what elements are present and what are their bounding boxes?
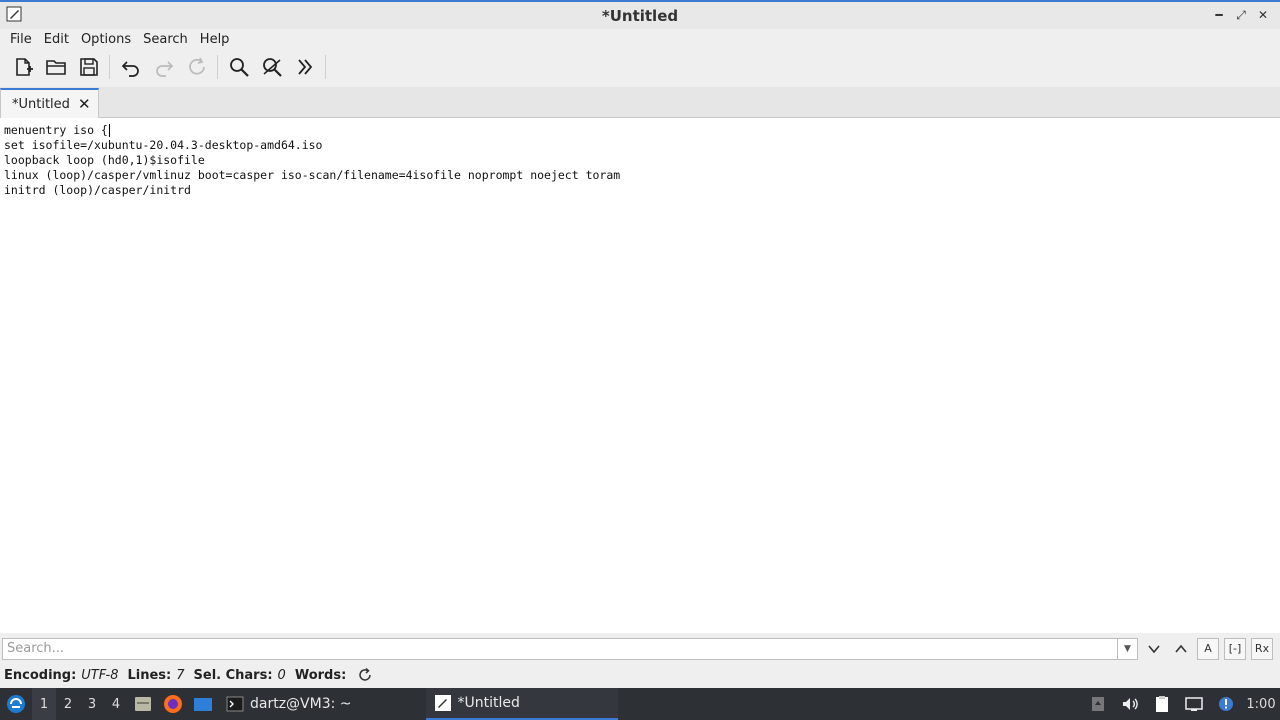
- undo-icon: [121, 61, 139, 77]
- tray-menu-button[interactable]: [1082, 688, 1114, 720]
- regex-toggle[interactable]: Rx: [1251, 637, 1273, 660]
- clipboard-button[interactable]: [1146, 688, 1178, 720]
- title-bar: *Untitled ━ ⤢ ✕: [0, 0, 1280, 29]
- arrow-up-icon: [1092, 697, 1104, 711]
- menu-edit[interactable]: Edit: [38, 32, 75, 47]
- tab-bar: *Untitled ✕: [0, 87, 1280, 118]
- search-history-dropdown[interactable]: ▼: [1118, 637, 1138, 660]
- clock[interactable]: 1:00: [1242, 697, 1280, 712]
- reload-icon: [188, 57, 205, 75]
- tab-close-icon[interactable]: ✕: [78, 95, 91, 113]
- new-document-icon: [15, 58, 33, 76]
- text-editor-icon: [434, 695, 451, 711]
- sel-chars-value: 0: [277, 667, 286, 683]
- redo-button[interactable]: [147, 51, 180, 83]
- status-bar: Encoding: UTF-8 Lines: 7 Sel. Chars: 0 W…: [0, 663, 1280, 687]
- firefox-launcher[interactable]: [158, 688, 188, 720]
- editor-line: initrd (loop)/casper/initrd: [4, 183, 191, 197]
- refresh-icon[interactable]: [357, 667, 373, 683]
- text-editor-area[interactable]: menuentry iso { set isofile=/xubuntu-20.…: [0, 118, 1280, 633]
- double-chevron-right-icon: [297, 59, 312, 75]
- workspace-4[interactable]: 4: [104, 688, 128, 720]
- menu-bar: File Edit Options Search Help: [0, 29, 1280, 49]
- text-editor-app-icon: [6, 6, 22, 22]
- find-replace-icon: [262, 58, 282, 77]
- find-button[interactable]: [222, 51, 255, 83]
- redo-icon: [155, 61, 173, 77]
- editor-line: loopback loop (hd0,1)$isofile: [4, 153, 205, 167]
- chevron-down-icon: [1148, 644, 1160, 653]
- editor-line: linux (loop)/casper/vmlinuz boot=casper …: [4, 168, 621, 182]
- file-manager-launcher[interactable]: [128, 688, 158, 720]
- info-icon: [1219, 697, 1233, 711]
- volume-icon: [1123, 698, 1138, 710]
- menu-file[interactable]: File: [4, 32, 38, 47]
- open-button[interactable]: [39, 51, 72, 83]
- go-to-line-button[interactable]: [288, 51, 321, 83]
- undo-button[interactable]: [114, 51, 147, 83]
- start-menu-button[interactable]: [0, 688, 32, 720]
- tab-label: *Untitled: [12, 96, 70, 112]
- words-label: Words:: [294, 667, 347, 683]
- toolbar-separator: [109, 55, 110, 79]
- tab-untitled[interactable]: *Untitled ✕: [0, 88, 99, 118]
- editor-line: set isofile=/xubuntu-20.04.3-desktop-amd…: [4, 138, 323, 152]
- volume-button[interactable]: [1114, 688, 1146, 720]
- lines-label: Lines:: [127, 667, 172, 683]
- system-tray: 1:00: [1082, 688, 1280, 720]
- chevron-up-icon: [1175, 644, 1187, 653]
- close-icon[interactable]: ✕: [1254, 6, 1272, 24]
- workspace-1[interactable]: 1: [32, 688, 56, 720]
- show-desktop-icon: [194, 698, 212, 711]
- search-input[interactable]: [2, 637, 1118, 660]
- encoding-label: Encoding:: [4, 667, 77, 683]
- find-previous-button[interactable]: [1170, 638, 1192, 660]
- terminal-icon: [226, 696, 244, 712]
- lines-value: 7: [176, 667, 185, 683]
- lubuntu-logo-icon: [7, 695, 25, 713]
- search-icon: [229, 58, 249, 77]
- toolbar-separator: [325, 55, 326, 79]
- maximize-icon[interactable]: ⤢: [1232, 6, 1250, 24]
- clipboard-icon: [1156, 696, 1168, 712]
- text-cursor: [108, 124, 110, 137]
- taskbar: 1 2 3 4 dartz@VM3: ~ *Untitled 1:00: [0, 688, 1280, 720]
- editor-window-label: *Untitled: [457, 695, 520, 711]
- window-title: *Untitled: [601, 6, 679, 25]
- menu-options[interactable]: Options: [75, 32, 137, 47]
- toolbar-separator: [217, 55, 218, 79]
- whole-word-toggle[interactable]: [-]: [1224, 637, 1246, 660]
- sel-chars-label: Sel. Chars:: [193, 667, 273, 683]
- workspace-2[interactable]: 2: [56, 688, 80, 720]
- notification-button[interactable]: [1210, 688, 1242, 720]
- save-button[interactable]: [72, 51, 105, 83]
- match-case-toggle[interactable]: A: [1197, 637, 1219, 660]
- toolbar: [0, 49, 1280, 85]
- save-icon: [79, 58, 98, 76]
- minimize-icon[interactable]: ━: [1210, 6, 1228, 24]
- taskbar-editor-window[interactable]: *Untitled: [425, 688, 618, 720]
- desktop-launcher[interactable]: [188, 688, 218, 720]
- find-next-button[interactable]: [1143, 638, 1165, 660]
- terminal-window-label: dartz@VM3: ~: [250, 696, 352, 712]
- network-icon: [1185, 697, 1203, 711]
- network-button[interactable]: [1178, 688, 1210, 720]
- firefox-icon: [164, 695, 182, 713]
- editor-line: menuentry iso {: [4, 123, 110, 137]
- taskbar-terminal-window[interactable]: dartz@VM3: ~: [218, 688, 360, 720]
- menu-search[interactable]: Search: [137, 32, 194, 47]
- reload-button[interactable]: [180, 51, 213, 83]
- menu-help[interactable]: Help: [194, 32, 236, 47]
- file-manager-icon: [135, 697, 151, 711]
- folder-icon: [45, 60, 66, 75]
- encoding-value[interactable]: UTF-8: [81, 668, 118, 683]
- search-bar: ▼ A [-] Rx: [0, 635, 1280, 662]
- workspace-3[interactable]: 3: [80, 688, 104, 720]
- find-replace-button[interactable]: [255, 51, 288, 83]
- new-document-button[interactable]: [6, 51, 39, 83]
